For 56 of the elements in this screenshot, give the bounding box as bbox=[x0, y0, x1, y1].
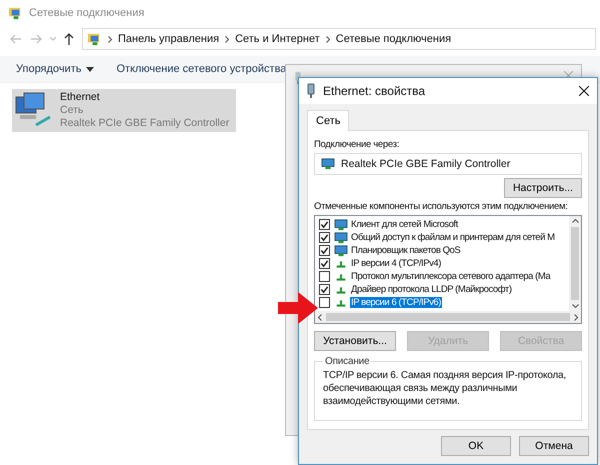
chevron-icon bbox=[225, 36, 230, 42]
breadcrumb-item[interactable]: Сеть и Интернет bbox=[235, 33, 320, 45]
dialog-button[interactable]: OK bbox=[441, 436, 511, 456]
caret-icon bbox=[86, 66, 94, 72]
checkbox[interactable] bbox=[319, 297, 330, 308]
close-icon[interactable] bbox=[579, 86, 589, 96]
connect-via-label: Подключение через: bbox=[314, 139, 400, 150]
component-item[interactable]: Клиент для сетей Microsoft bbox=[350, 219, 459, 230]
scroll-down-icon[interactable] bbox=[572, 304, 578, 308]
scroll-right-icon[interactable] bbox=[574, 314, 578, 320]
configure-button[interactable]: Настроить... bbox=[504, 178, 582, 198]
scroll-left-icon[interactable] bbox=[318, 314, 322, 320]
component-item[interactable]: Планировщик пакетов QoS bbox=[350, 245, 462, 256]
connection-item[interactable]: Ethernet Сеть Realtek PCIe GBE Family Controller bbox=[12, 89, 236, 132]
vertical-scrollbar[interactable] bbox=[569, 216, 581, 311]
connection-name: Ethernet bbox=[60, 91, 101, 104]
checkbox[interactable] bbox=[319, 258, 330, 269]
component-item[interactable]: Общий доступ к файлам и принтерам для сетей M bbox=[350, 232, 556, 243]
checkbox[interactable] bbox=[319, 219, 330, 230]
adapter-name: Realtek PCIe GBE Family Controller bbox=[341, 158, 510, 170]
network-client-icon bbox=[334, 244, 348, 256]
chevron-icon bbox=[326, 36, 330, 42]
component-item[interactable]: Протокол мультиплексора сетевого адаптера (Ма bbox=[350, 271, 552, 282]
component-item[interactable]: IP версии 4 (TCP/IPv4) bbox=[350, 258, 442, 269]
adapter-name: Realtek PCIe GBE Family Controller bbox=[60, 117, 230, 130]
action-button[interactable]: Установить... bbox=[314, 331, 396, 351]
network-name: Сеть bbox=[60, 104, 84, 117]
pointer-arrow bbox=[278, 292, 318, 324]
checkbox[interactable] bbox=[319, 245, 330, 256]
toolbar-button[interactable]: Упорядочить bbox=[16, 63, 94, 75]
network-folder-icon bbox=[8, 6, 23, 20]
toolbar-button[interactable]: Отключение сетевого устройства bbox=[116, 63, 286, 75]
component-item[interactable]: Драйвер протокола LLDP (Майкрософт) bbox=[350, 284, 513, 295]
checkbox[interactable] bbox=[319, 232, 330, 243]
up-arrow-icon[interactable] bbox=[64, 33, 74, 45]
tab[interactable]: Сеть bbox=[307, 110, 350, 131]
components-label: Отмеченные компоненты используются этим подключением: bbox=[314, 201, 569, 212]
chevron-icon bbox=[108, 36, 112, 42]
breadcrumb-item[interactable]: Панель управления bbox=[118, 33, 220, 45]
network-folder-icon bbox=[87, 32, 102, 46]
window-title: Сетевые подключения bbox=[29, 7, 144, 19]
breadcrumb-item[interactable]: Сетевые подключения bbox=[336, 33, 452, 45]
dialog-button[interactable]: Отмена bbox=[519, 436, 589, 456]
dialog-title: Ethernet: свойства bbox=[323, 84, 426, 98]
checkbox[interactable] bbox=[319, 271, 330, 282]
description-title: Описание bbox=[324, 356, 370, 367]
description-text: TCP/IP версии 6. Самая поздняя версия IP-протокола, обеспечивающая связь между различными взаимодействующими сетями. bbox=[323, 369, 567, 408]
address-bar[interactable]: Панель управления Сеть и Интернет Сетевые подключения bbox=[82, 28, 596, 50]
network-adapter-icon bbox=[307, 83, 315, 99]
checkbox[interactable] bbox=[319, 284, 330, 295]
horizontal-scrollbar[interactable] bbox=[315, 311, 581, 323]
scroll-up-icon[interactable] bbox=[572, 219, 578, 223]
component-item[interactable]: IP версии 6 (TCP/IPv6) bbox=[350, 297, 442, 308]
network-client-icon bbox=[334, 218, 348, 230]
network-adapter-icon bbox=[321, 158, 335, 170]
network-client-icon bbox=[334, 232, 348, 244]
